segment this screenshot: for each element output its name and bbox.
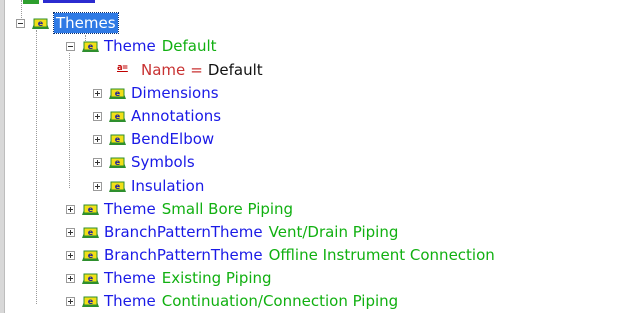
tree-node-theme-default[interactable]: e Theme Default: [66, 35, 217, 57]
tree-node-symbols[interactable]: e Symbols: [93, 151, 195, 173]
attribute-equals: =: [190, 61, 203, 79]
element-icon: e: [109, 181, 126, 192]
node-keyword: Insulation: [131, 177, 205, 195]
expand-toggle-icon[interactable]: [66, 273, 75, 283]
attribute-name: Name: [141, 61, 186, 79]
node-keyword: Theme: [104, 292, 156, 310]
tree-node-theme-continuation[interactable]: e Theme Continuation/Connection Piping: [66, 290, 398, 312]
svg-text:e: e: [88, 42, 94, 51]
node-keyword: Symbols: [131, 153, 195, 171]
node-keyword: BranchPatternTheme: [104, 223, 263, 241]
element-icon: e: [82, 250, 99, 261]
element-icon: e: [82, 273, 99, 284]
tree-connector: [69, 53, 70, 188]
node-keyword: Theme: [104, 200, 156, 218]
node-keyword: BranchPatternTheme: [104, 246, 263, 264]
tree-attribute-name[interactable]: a= Name = Default: [117, 59, 263, 81]
attribute-value: Default: [207, 61, 263, 79]
node-value: Existing Piping: [161, 269, 272, 287]
node-value: Vent/Drain Piping: [268, 223, 399, 241]
element-icon: e: [109, 134, 126, 145]
tree-node-theme-existing[interactable]: e Theme Existing Piping: [66, 267, 272, 289]
collapse-toggle-icon[interactable]: [16, 18, 25, 28]
element-icon: e: [82, 204, 99, 215]
node-keyword: Dimensions: [131, 84, 219, 102]
element-icon: e: [109, 111, 126, 122]
svg-text:e: e: [115, 112, 121, 121]
svg-text:e: e: [88, 228, 94, 237]
expand-toggle-icon[interactable]: [66, 250, 75, 260]
svg-text:e: e: [115, 182, 121, 191]
node-keyword: Theme: [104, 269, 156, 287]
element-icon: e: [109, 157, 126, 168]
expand-toggle-icon[interactable]: [93, 111, 102, 121]
node-value: Offline Instrument Connection: [268, 246, 495, 264]
tree-node-branch-vent-drain[interactable]: e BranchPatternTheme Vent/Drain Piping: [66, 221, 398, 243]
expand-toggle-icon[interactable]: [93, 157, 102, 167]
cropped-parent-node: [15, 0, 95, 5]
tree-node-branch-offline-instrument[interactable]: e BranchPatternTheme Offline Instrument …: [66, 244, 495, 266]
node-keyword: Annotations: [131, 107, 222, 125]
tree-node-dimensions[interactable]: e Dimensions: [93, 82, 219, 104]
element-icon: e: [109, 88, 126, 99]
node-keyword: Theme: [104, 37, 156, 55]
node-value: Small Bore Piping: [161, 200, 294, 218]
tree-node-bendelbow[interactable]: e BendElbow: [93, 128, 214, 150]
element-icon: e: [32, 18, 49, 29]
node-value: Default: [161, 37, 217, 55]
svg-text:e: e: [115, 158, 121, 167]
svg-text:e: e: [88, 251, 94, 260]
svg-text:e: e: [38, 19, 44, 28]
svg-text:e: e: [88, 274, 94, 283]
expand-toggle-icon[interactable]: [66, 204, 75, 214]
expand-toggle-icon[interactable]: [93, 134, 102, 144]
attribute-icon: a=: [117, 63, 128, 73]
node-keyword: BendElbow: [131, 130, 215, 148]
tree-node-theme-small-bore[interactable]: e Theme Small Bore Piping: [66, 198, 293, 220]
element-icon: e: [82, 296, 99, 307]
node-value: Continuation/Connection Piping: [161, 292, 399, 310]
svg-text:e: e: [115, 135, 121, 144]
element-icon: e: [82, 41, 99, 52]
tree-node-annotations[interactable]: e Annotations: [93, 105, 221, 127]
tree-node-insulation[interactable]: e Insulation: [93, 175, 204, 197]
svg-text:e: e: [88, 297, 94, 306]
expand-toggle-icon[interactable]: [93, 88, 102, 98]
expand-toggle-icon[interactable]: [66, 227, 75, 237]
element-icon: e: [82, 227, 99, 238]
xml-tree-view[interactable]: e Themes e Theme Default a= Name = Defau…: [0, 0, 627, 313]
svg-text:e: e: [88, 205, 94, 214]
collapse-toggle-icon[interactable]: [66, 41, 75, 51]
expand-toggle-icon[interactable]: [93, 181, 102, 191]
expand-toggle-icon[interactable]: [66, 296, 75, 306]
svg-text:e: e: [115, 89, 121, 98]
tree-node-themes[interactable]: e Themes: [16, 12, 119, 34]
tree-connector: [36, 30, 37, 304]
node-label-themes[interactable]: Themes: [53, 12, 119, 34]
